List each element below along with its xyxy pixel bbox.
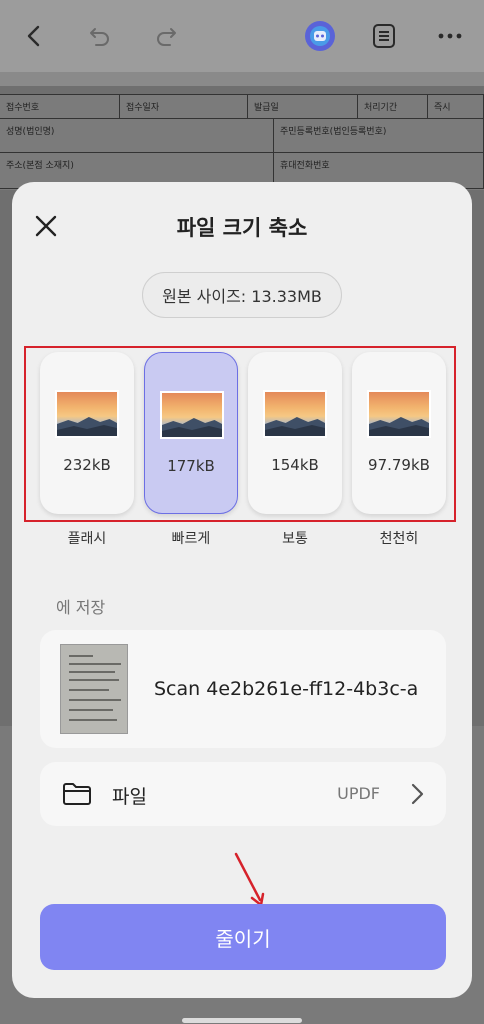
form-cell: 성명(법인명) [0, 119, 274, 152]
option-size: 232kB [63, 456, 111, 474]
compression-option-slow[interactable]: 97.79kB [352, 352, 446, 514]
form-row: 성명(법인명) 주민등록번호(법인등록번호) [0, 119, 484, 153]
file-name-card[interactable]: Scan 4e2b261e-ff12-4b3c-a [40, 630, 446, 748]
option-label: 천천히 [379, 531, 419, 547]
destination-label: 파일 [112, 786, 147, 808]
compress-dialog: 파일 크기 축소 원본 사이즈: 13.33MB 232kB 177kB 154… [12, 182, 472, 998]
reduce-button[interactable]: 줄이기 [40, 904, 446, 970]
sunset-thumbnail [160, 391, 224, 439]
option-label: 보통 [282, 531, 308, 547]
original-size-badge: 원본 사이즈: 13.33MB [142, 272, 342, 318]
file-name-input[interactable]: Scan 4e2b261e-ff12-4b3c-a [154, 678, 418, 700]
sunset-thumbnail [55, 390, 119, 438]
form-cell: 처리기간 [358, 95, 428, 118]
dialog-title: 파일 크기 축소 [176, 216, 308, 240]
redo-icon[interactable] [148, 18, 184, 54]
form-cell: 즉시 [428, 95, 484, 118]
top-toolbar [0, 0, 484, 72]
more-icon[interactable] [432, 18, 468, 54]
compression-option-fast[interactable]: 177kB [144, 352, 238, 514]
option-size: 177kB [167, 457, 215, 475]
form-cell: 접수일자 [120, 95, 248, 118]
document-thumbnail [60, 644, 128, 734]
option-size: 97.79kB [368, 456, 430, 474]
chevron-right-icon [406, 780, 428, 808]
undo-icon[interactable] [82, 18, 118, 54]
form-cell: 접수번호 [0, 95, 120, 118]
save-to-heading: 에 저장 [56, 598, 106, 617]
save-destination-selector[interactable]: 파일 UPDF [40, 762, 446, 826]
compression-option-flash[interactable]: 232kB [40, 352, 134, 514]
option-label: 플래시 [67, 531, 107, 547]
annotation-arrow-icon [230, 850, 270, 912]
list-icon[interactable] [366, 18, 402, 54]
folder-icon [62, 781, 92, 807]
sunset-thumbnail [263, 390, 327, 438]
ai-assistant-icon[interactable] [302, 18, 338, 54]
form-cell: 발급일 [248, 95, 358, 118]
sunset-thumbnail [367, 390, 431, 438]
form-cell: 주민등록번호(법인등록번호) [274, 119, 484, 152]
destination-value: UPDF [337, 784, 380, 803]
form-row: 접수번호 접수일자 발급일 처리기간 즉시 [0, 95, 484, 119]
back-icon[interactable] [16, 18, 52, 54]
compression-option-normal[interactable]: 154kB [248, 352, 342, 514]
home-indicator[interactable] [182, 1018, 302, 1023]
option-size: 154kB [271, 456, 319, 474]
document-form-table: 접수번호 접수일자 발급일 처리기간 즉시 성명(법인명) 주민등록번호(법인등… [0, 94, 484, 190]
option-label: 빠르게 [171, 531, 211, 547]
